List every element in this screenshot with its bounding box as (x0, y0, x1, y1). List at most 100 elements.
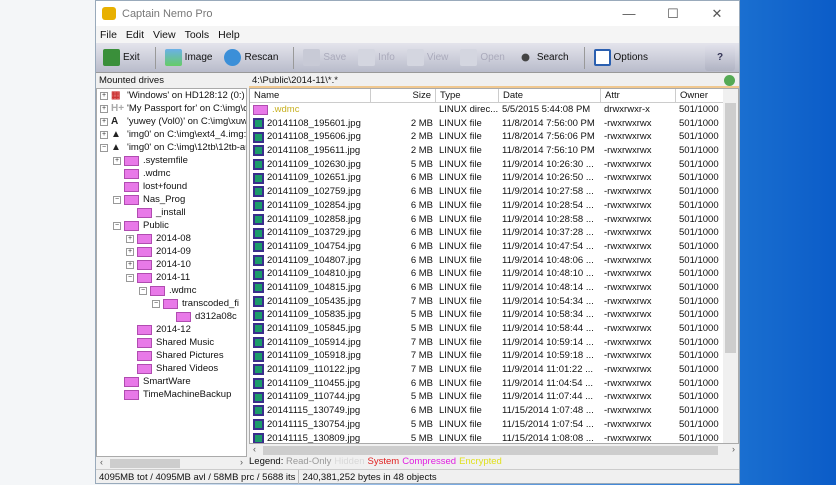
file-row[interactable]: 20141109_104754.jpg 6 MB LINUX file 11/9/20… (250, 240, 738, 254)
file-row[interactable]: 20141108_195601.jpg 2 MB LINUX file 11/8/20… (250, 117, 738, 131)
column-owner[interactable]: Owner (676, 89, 724, 102)
file-row[interactable]: 20141109_105435.jpg 7 MB LINUX file 11/9/20… (250, 295, 738, 309)
exit-button[interactable]: Exit (100, 47, 143, 68)
tree-item[interactable]: + ▦ 'Windows' on HD128:12 (0:) (97, 89, 246, 102)
tree-item[interactable]: − transcoded_fi (97, 297, 246, 310)
file-row[interactable]: 20141109_102630.jpg 5 MB LINUX file 11/9/20… (250, 158, 738, 172)
tree-item[interactable]: 2014-12 (97, 323, 246, 336)
tree-item-label: 'My Passport for' on C:\img\ch (127, 103, 247, 114)
file-row[interactable]: 20141109_102854.jpg 6 MB LINUX file 11/9/20… (250, 199, 738, 213)
file-row[interactable]: 20141109_103729.jpg 6 MB LINUX file 11/9/20… (250, 226, 738, 240)
help-button[interactable]: ? (705, 44, 735, 71)
up-folder-icon[interactable] (724, 75, 735, 86)
column-date[interactable]: Date (499, 89, 601, 102)
file-row[interactable]: 20141109_104807.jpg 6 MB LINUX file 11/9/20… (250, 254, 738, 268)
tree-item[interactable]: TimeMachineBackup (97, 388, 246, 401)
info-button[interactable]: Info (355, 47, 398, 68)
expand-toggle[interactable]: − (100, 143, 108, 152)
minimize-button[interactable]: — (607, 6, 651, 22)
column-name[interactable]: Name (250, 89, 371, 102)
tree-item[interactable]: .wdmc (97, 167, 246, 180)
file-row[interactable]: 20141109_105918.jpg 7 MB LINUX file 11/9/20… (250, 349, 738, 363)
file-row[interactable]: 20141109_110744.jpg 5 MB LINUX file 11/9/20… (250, 390, 738, 404)
file-row[interactable]: 20141109_105835.jpg 5 MB LINUX file 11/9/20… (250, 308, 738, 322)
rescan-button[interactable]: Rescan (221, 47, 281, 68)
cell-date: 11/9/2014 10:28:58 ... (502, 213, 594, 225)
maximize-button[interactable]: ☐ (651, 6, 695, 22)
column-size[interactable]: Size (371, 89, 436, 102)
file-row[interactable]: 20141108_195606.jpg 2 MB LINUX file 11/8/20… (250, 130, 738, 144)
expand-toggle[interactable]: + (100, 104, 108, 113)
tree-item[interactable]: + .systemfile (97, 154, 246, 167)
tree-item[interactable]: Shared Videos (97, 362, 246, 375)
image-file-icon (253, 337, 264, 349)
file-row[interactable]: 20141108_195611.jpg 2 MB LINUX file 11/8/20… (250, 144, 738, 158)
tree-item[interactable]: − ▲ 'img0' on C:\img\12tb\12tb-au (97, 141, 246, 154)
column-type[interactable]: Type (436, 89, 499, 102)
file-row[interactable]: 20141115_130754.jpg 5 MB LINUX file 11/15/2… (250, 418, 738, 432)
menu-view[interactable]: View (153, 29, 176, 41)
tree-item[interactable]: d312a08c (97, 310, 246, 323)
search-button[interactable]: Search (514, 47, 572, 68)
tree-item[interactable]: + ▲ 'img0' on C:\img\ext4_4.img:0 (97, 128, 246, 141)
expand-toggle[interactable]: + (126, 260, 134, 269)
tree-item[interactable]: + H+ 'My Passport for' on C:\img\ch (97, 102, 246, 115)
linux-drive-icon: ▲ (111, 129, 121, 140)
file-list-vertical-scrollbar[interactable] (723, 89, 738, 443)
file-row[interactable]: 20141109_105845.jpg 5 MB LINUX file 11/9/20… (250, 322, 738, 336)
file-row[interactable]: 20141115_130749.jpg 6 MB LINUX file 11/15/2… (250, 404, 738, 418)
file-name: 20141109_104810.jpg (267, 268, 361, 280)
tree-item[interactable]: − Nas_Prog (97, 193, 246, 206)
tree-item[interactable]: Shared Pictures (97, 349, 246, 362)
expand-toggle[interactable]: + (100, 91, 108, 100)
tree-item[interactable]: +2014-09 (97, 245, 246, 258)
tree-item[interactable]: SmartWare (97, 375, 246, 388)
tree-item[interactable]: +2014-08 (97, 232, 246, 245)
file-row[interactable]: 20141109_104810.jpg 6 MB LINUX file 11/9/20… (250, 267, 738, 281)
expand-toggle[interactable]: + (126, 247, 134, 256)
cell-name: 20141109_110455.jpg (250, 377, 371, 391)
expand-toggle[interactable]: + (126, 234, 134, 243)
cell-date: 11/8/2014 7:56:10 PM (502, 145, 595, 157)
apfs-drive-icon: A (111, 116, 119, 127)
tree-item[interactable]: lost+found (97, 180, 246, 193)
tree-item[interactable]: + A 'yuwey (Vol0)' on C:\img\xuwe (97, 115, 246, 128)
file-row[interactable]: 20141115_130809.jpg 5 MB LINUX file 11/15/2… (250, 432, 738, 443)
file-row[interactable]: 20141109_110455.jpg 6 MB LINUX file 11/9/20… (250, 377, 738, 391)
file-row[interactable]: 20141109_105914.jpg 7 MB LINUX file 11/9/20… (250, 336, 738, 350)
menu-file[interactable]: File (100, 29, 117, 41)
image-button[interactable]: Image (162, 47, 216, 68)
view-button[interactable]: View (404, 47, 452, 68)
expand-toggle[interactable]: − (139, 286, 147, 295)
open-button[interactable]: Open (457, 47, 507, 68)
file-row[interactable]: .wdmc LINUX direc... 5/5/2015 5:44:08 PM dr… (250, 103, 738, 117)
expand-toggle[interactable]: − (113, 221, 121, 230)
expand-toggle[interactable]: + (113, 156, 121, 165)
menu-tools[interactable]: Tools (185, 29, 210, 41)
file-row[interactable]: 20141109_102759.jpg 6 MB LINUX file 11/9/20… (250, 185, 738, 199)
file-row[interactable]: 20141109_102651.jpg 6 MB LINUX file 11/9/20… (250, 171, 738, 185)
folder-icon (124, 168, 139, 179)
column-attr[interactable]: Attr (601, 89, 676, 102)
file-list: Name Size Type Date Attr Owner .wdmc LINU… (249, 88, 739, 444)
expand-toggle[interactable]: − (126, 273, 134, 282)
tree-item[interactable]: − .wdmc (97, 284, 246, 297)
expand-toggle[interactable]: − (113, 195, 121, 204)
close-button[interactable]: ✕ (695, 6, 739, 22)
expand-toggle[interactable]: + (100, 117, 108, 126)
tree-item[interactable]: +2014-10 (97, 258, 246, 271)
cell-date: 11/9/2014 11:07:44 ... (502, 391, 594, 403)
tree-item[interactable]: − Public (97, 219, 246, 232)
file-row[interactable]: 20141109_102858.jpg 6 MB LINUX file 11/9/20… (250, 213, 738, 227)
expand-toggle[interactable]: + (100, 130, 108, 139)
file-row[interactable]: 20141109_104815.jpg 6 MB LINUX file 11/9/20… (250, 281, 738, 295)
expand-toggle[interactable]: − (152, 299, 160, 308)
menu-help[interactable]: Help (218, 29, 240, 41)
save-button[interactable]: Save (300, 47, 349, 68)
menu-edit[interactable]: Edit (126, 29, 144, 41)
tree-item[interactable]: _install (97, 206, 246, 219)
options-button[interactable]: Options (591, 47, 651, 68)
tree-item[interactable]: − 2014-11 (97, 271, 246, 284)
file-row[interactable]: 20141109_110122.jpg 7 MB LINUX file 11/9/20… (250, 363, 738, 377)
tree-item[interactable]: Shared Music (97, 336, 246, 349)
